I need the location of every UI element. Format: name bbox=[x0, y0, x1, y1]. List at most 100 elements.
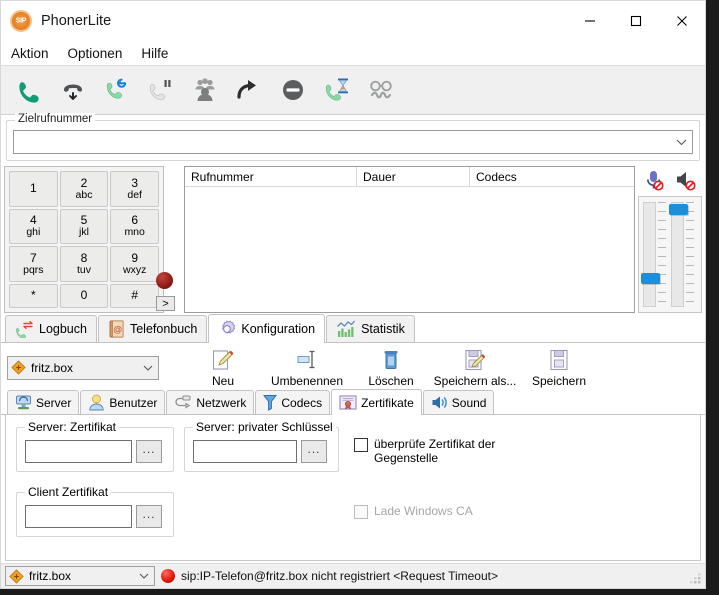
save-button[interactable]: Speichern bbox=[517, 347, 601, 389]
button-label: Speichern bbox=[531, 373, 587, 388]
tab-telefonbuch[interactable]: @ Telefonbuch bbox=[97, 315, 208, 342]
client-certificate-label: Client Zertifikat bbox=[25, 485, 112, 499]
save-as-button[interactable]: Speichern als... bbox=[433, 347, 517, 389]
dial-key-number: 7 bbox=[29, 250, 37, 265]
server-private-key-field-row: ... bbox=[193, 440, 330, 463]
dialpad-expand-button[interactable]: > bbox=[156, 296, 175, 311]
server-certificate-field-row: ... bbox=[25, 440, 165, 463]
subtab-zertifikate[interactable]: Zertifikate bbox=[331, 389, 422, 415]
certificates-bottom-row: Client Zertifikat ... Lade Windows CA bbox=[16, 485, 690, 537]
record-button-icon[interactable] bbox=[156, 272, 173, 289]
menu-aktion[interactable]: Aktion bbox=[11, 44, 58, 63]
slider-track bbox=[643, 202, 656, 307]
menu-optionen[interactable]: Optionen bbox=[68, 44, 132, 63]
microphone-muted-icon[interactable] bbox=[643, 169, 665, 194]
destination-area: Zielrufnummer bbox=[1, 113, 705, 163]
column-header-codecs[interactable]: Codecs bbox=[470, 167, 634, 186]
dial-key-6[interactable]: 6 mno bbox=[110, 208, 159, 244]
dial-key-letters: wxyz bbox=[122, 263, 147, 276]
slider-thumb[interactable] bbox=[669, 203, 688, 215]
transfer-call-button[interactable] bbox=[227, 68, 271, 112]
server-private-key-browse-button[interactable]: ... bbox=[301, 440, 327, 463]
subtab-label: Sound bbox=[451, 395, 487, 410]
tab-konfiguration[interactable]: Konfiguration bbox=[208, 314, 326, 343]
server-certificate-group: Server: Zertifikat ... bbox=[16, 420, 174, 472]
profile-select[interactable]: fritz.box bbox=[7, 355, 159, 380]
subtab-server[interactable]: Server bbox=[7, 390, 80, 414]
chevron-down-icon[interactable] bbox=[141, 357, 155, 379]
dial-key-letters: ghi bbox=[26, 226, 41, 239]
dial-key-number: 2 bbox=[80, 175, 88, 190]
subtab-codecs[interactable]: Codecs bbox=[255, 390, 331, 414]
speaker-muted-icon[interactable] bbox=[675, 169, 697, 194]
speaker-volume-slider[interactable] bbox=[669, 202, 697, 307]
dial-key-4[interactable]: 4 ghi bbox=[9, 208, 58, 244]
subtab-label: Benutzer bbox=[109, 395, 158, 410]
button-label: Speichern als... bbox=[433, 373, 517, 388]
dialpad: 1 2 abc 3 def 4 ghi 5 jkl 6 mno 7 pqrs 8… bbox=[4, 166, 164, 313]
rename-profile-button[interactable]: Umbenennen bbox=[265, 347, 349, 389]
conference-button[interactable] bbox=[183, 68, 227, 112]
slider-thumb[interactable] bbox=[641, 272, 660, 284]
menu-hilfe[interactable]: Hilfe bbox=[141, 44, 177, 63]
maximize-button[interactable] bbox=[613, 1, 659, 41]
dial-key-3[interactable]: 3 def bbox=[110, 171, 159, 207]
resize-grip[interactable] bbox=[690, 573, 702, 585]
profile-select-value: fritz.box bbox=[31, 360, 74, 375]
tab-logbuch[interactable]: Logbuch bbox=[5, 315, 97, 342]
svg-text:@: @ bbox=[113, 325, 122, 335]
delete-profile-button[interactable]: Löschen bbox=[349, 347, 433, 389]
dial-key-5[interactable]: 5 jkl bbox=[59, 208, 109, 244]
column-header-dauer[interactable]: Dauer bbox=[357, 167, 470, 186]
subtab-sound[interactable]: Sound bbox=[422, 390, 495, 414]
call-toolbar bbox=[1, 65, 705, 115]
hold-call-icon bbox=[149, 80, 171, 101]
subtab-netzwerk[interactable]: Netzwerk bbox=[166, 390, 255, 414]
new-profile-button[interactable]: Neu bbox=[181, 347, 265, 389]
hang-up-button[interactable] bbox=[51, 68, 95, 112]
column-header-rufnummer[interactable]: Rufnummer bbox=[185, 167, 357, 186]
client-certificate-browse-button[interactable]: ... bbox=[136, 505, 162, 528]
close-button[interactable] bbox=[659, 1, 705, 41]
dial-key-number: 1 bbox=[29, 181, 37, 196]
call-waiting-button[interactable] bbox=[315, 68, 359, 112]
minimize-button[interactable] bbox=[567, 1, 613, 41]
dial-key-8[interactable]: 8 tuv bbox=[59, 246, 109, 282]
main-tab-strip: Logbuch @ Telefonbuch Konfiguration Stat… bbox=[1, 313, 705, 343]
server-certificate-input[interactable] bbox=[25, 440, 132, 463]
verify-peer-certificate-row[interactable]: überprüfe Zertifikat der Gegenstelle bbox=[354, 437, 529, 465]
dial-key-9[interactable]: 9 wxyz bbox=[110, 246, 159, 282]
client-certificate-group: Client Zertifikat ... bbox=[16, 485, 174, 537]
call-list-body[interactable] bbox=[185, 187, 634, 312]
dial-key-0[interactable]: 0 bbox=[59, 283, 109, 308]
redial-button[interactable] bbox=[95, 68, 139, 112]
status-message: sip:IP-Telefon@fritz.box nicht registrie… bbox=[181, 569, 498, 583]
hold-call-button[interactable] bbox=[139, 68, 183, 112]
tab-statistik[interactable]: Statistik bbox=[326, 315, 415, 342]
do-not-disturb-button[interactable] bbox=[271, 68, 315, 112]
address-book-icon: @ bbox=[109, 320, 124, 338]
answer-call-button[interactable] bbox=[7, 68, 51, 112]
dial-key-1[interactable]: 1 bbox=[9, 171, 58, 207]
chart-icon bbox=[337, 320, 356, 337]
chevron-down-icon[interactable] bbox=[137, 567, 151, 585]
dial-key-letters: tuv bbox=[76, 263, 91, 276]
server-certificate-browse-button[interactable]: ... bbox=[136, 440, 162, 463]
anonymous-call-button[interactable] bbox=[359, 68, 403, 112]
dial-key-7[interactable]: 7 pqrs bbox=[9, 246, 58, 282]
subtab-benutzer[interactable]: Benutzer bbox=[80, 390, 166, 414]
verify-peer-certificate-checkbox[interactable] bbox=[354, 438, 368, 452]
volume-icon-row bbox=[638, 166, 702, 196]
status-profile-select[interactable]: fritz.box bbox=[5, 566, 155, 586]
codec-funnel-icon bbox=[263, 395, 278, 411]
window-controls bbox=[567, 1, 705, 41]
destination-number-input[interactable] bbox=[13, 130, 693, 154]
dial-key-hash[interactable]: # bbox=[110, 283, 159, 308]
server-private-key-input[interactable] bbox=[193, 440, 297, 463]
microphone-volume-slider[interactable] bbox=[641, 202, 669, 307]
slider-track bbox=[671, 202, 684, 307]
client-certificate-input[interactable] bbox=[25, 505, 132, 528]
dial-key-star[interactable]: * bbox=[9, 283, 58, 308]
dial-key-2[interactable]: 2 abc bbox=[59, 171, 109, 207]
chevron-down-icon[interactable] bbox=[674, 131, 688, 153]
